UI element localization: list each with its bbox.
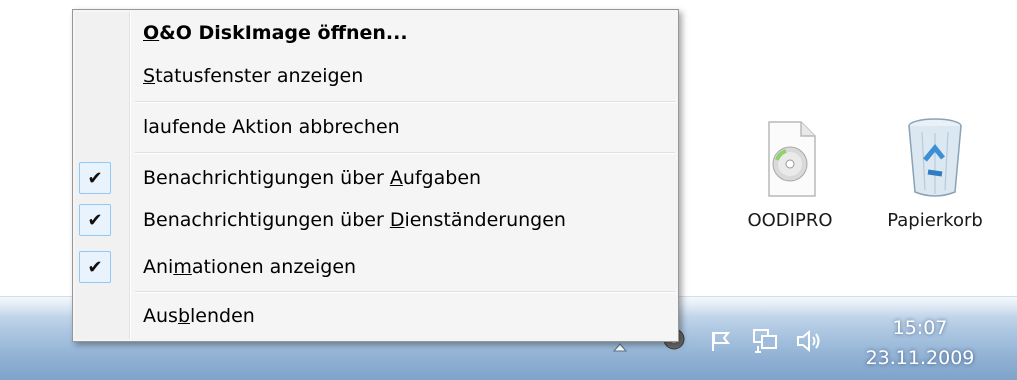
desktop-icon-label: Papierkorb bbox=[887, 210, 983, 231]
taskbar-clock[interactable]: 15:07 23.11.2009 bbox=[855, 313, 985, 373]
volume-icon[interactable] bbox=[795, 329, 825, 353]
recycle-bin-icon bbox=[908, 118, 962, 197]
menu-separator bbox=[135, 101, 675, 103]
disc-file-icon bbox=[768, 121, 816, 197]
menu-item-notify-service-changes[interactable]: Benachrichtigungen über Dienständerungen bbox=[143, 203, 566, 237]
network-icon[interactable] bbox=[750, 329, 780, 353]
desktop-icon-label: OODIPRO bbox=[747, 210, 833, 231]
menu-item-show-animations[interactable]: Animationen anzeigen bbox=[143, 250, 356, 284]
desktop-icon-oodipro[interactable]: OODIPRO bbox=[735, 118, 845, 231]
menu-item-hide[interactable]: Ausblenden bbox=[143, 299, 255, 333]
clock-time: 15:07 bbox=[892, 317, 948, 339]
checkmark-icon: ✔ bbox=[79, 204, 111, 236]
menu-item-show-status-window[interactable]: Statusfenster anzeigen bbox=[143, 59, 363, 93]
menu-item-open-diskimage[interactable]: O&O DiskImage öffnen... bbox=[143, 16, 408, 50]
checkmark-icon: ✔ bbox=[79, 162, 111, 194]
action-center-flag-icon[interactable] bbox=[707, 330, 735, 352]
checkmark-icon: ✔ bbox=[79, 251, 111, 283]
menu-item-cancel-action[interactable]: laufende Aktion abbrechen bbox=[143, 110, 400, 144]
menu-separator bbox=[135, 152, 675, 154]
clock-date: 23.11.2009 bbox=[865, 347, 975, 369]
tray-context-menu: O&O DiskImage öffnen... Statusfenster an… bbox=[72, 9, 679, 342]
menu-separator bbox=[135, 291, 675, 293]
menu-item-notify-tasks[interactable]: Benachrichtigungen über Aufgaben bbox=[143, 161, 481, 195]
desktop-icon-recycle-bin[interactable]: Papierkorb bbox=[880, 112, 990, 231]
